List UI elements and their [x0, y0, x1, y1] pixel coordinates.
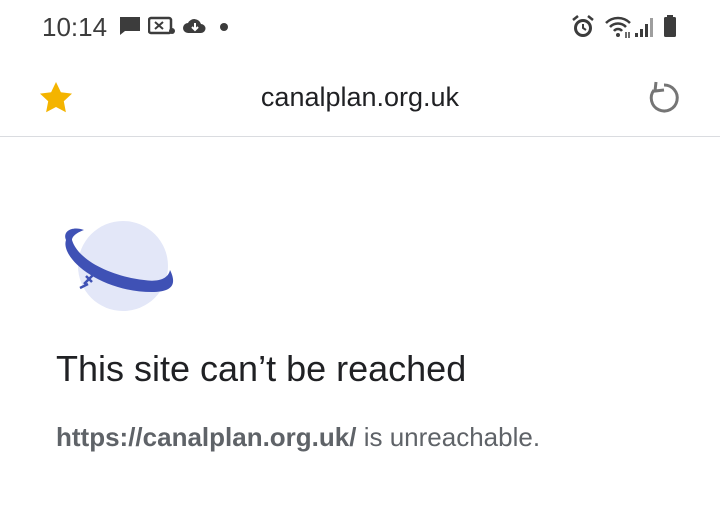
unreachable-suffix: is unreachable.	[356, 422, 541, 452]
message-icon	[118, 14, 142, 43]
url-bar[interactable]: canalplan.org.uk	[0, 82, 720, 113]
cloud-sync-icon	[182, 14, 208, 43]
battery-icon	[662, 14, 678, 45]
status-bar: 10:14	[0, 0, 720, 56]
status-time: 10:14	[42, 12, 108, 42]
unreachable-url: https://canalplan.org.uk/	[56, 422, 357, 452]
error-message: https://canalplan.org.uk/ is unreachable…	[56, 422, 540, 453]
browser-toolbar: canalplan.org.uk	[0, 56, 720, 137]
reload-icon	[649, 81, 679, 113]
globe-icon	[60, 220, 180, 320]
dot-icon	[218, 14, 230, 43]
wifi-icon	[604, 14, 632, 45]
signal-icon	[634, 14, 656, 45]
reload-button[interactable]	[644, 78, 684, 118]
alarm-icon	[570, 14, 596, 45]
cast-icon	[147, 14, 176, 43]
error-title: This site can’t be reached	[56, 348, 467, 389]
